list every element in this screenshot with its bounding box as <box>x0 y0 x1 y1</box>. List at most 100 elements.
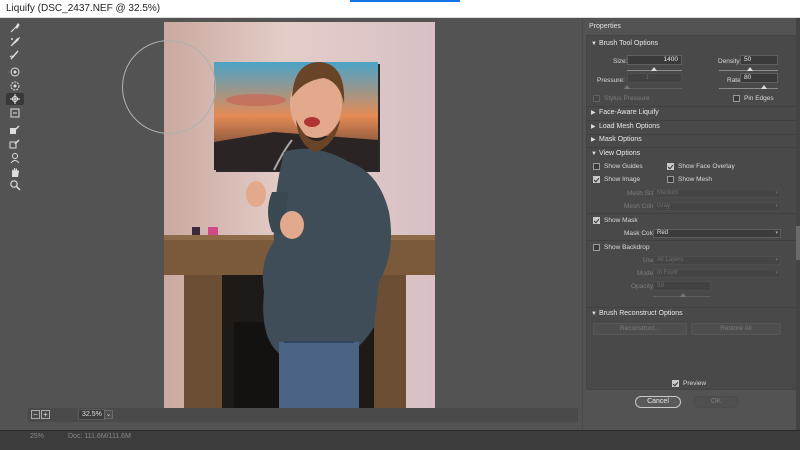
mask-color-select[interactable]: Red ▾ <box>653 229 781 238</box>
zoom-bar: − + 32.5% ⌄ <box>28 408 578 422</box>
pressure-label: Pressure: <box>597 77 625 84</box>
freeze-mask-icon <box>10 125 20 134</box>
show-guides-checkbox[interactable] <box>593 163 600 170</box>
hand-icon <box>12 168 19 177</box>
status-doc-size: Doc: 111.6M/111.6M <box>68 433 131 440</box>
show-mesh-label: Show Mesh <box>678 176 712 183</box>
thaw-mask-tool[interactable] <box>6 138 24 150</box>
ok-button[interactable]: OK <box>693 396 739 408</box>
show-face-overlay-checkbox[interactable] <box>667 163 674 170</box>
panel-scrollbar-thumb[interactable] <box>796 226 800 260</box>
chevron-down-icon: ▾ <box>775 270 778 276</box>
show-mask-label: Show Mask <box>604 217 638 224</box>
liquify-dialog: Liquify (DSC_2437.NEF @ 32.5%) − + 32.5%… <box>0 0 800 450</box>
push-left-icon <box>10 108 20 118</box>
section-brush-tool-options[interactable]: ▼ Brush Tool Options <box>591 40 658 47</box>
pin-edges-label: Pin Edges <box>744 95 774 102</box>
hand-tool[interactable] <box>6 166 24 178</box>
tools-panel <box>0 18 28 430</box>
face-tool[interactable] <box>6 152 24 164</box>
show-mesh-checkbox[interactable] <box>667 176 674 183</box>
size-slider-handle[interactable] <box>651 67 657 71</box>
reconstruct-icon <box>10 36 21 47</box>
pressure-slider-track[interactable] <box>627 88 682 89</box>
section-face-aware-liquify[interactable]: ▶ Face-Aware Liquify <box>591 109 659 116</box>
cancel-button[interactable]: Cancel <box>635 396 681 408</box>
section-brush-reconstruct-options[interactable]: ▼ Brush Reconstruct Options <box>591 310 683 317</box>
divider <box>587 106 796 107</box>
show-image-label: Show Image <box>604 176 641 183</box>
section-load-mesh-options[interactable]: ▶ Load Mesh Options <box>591 123 660 130</box>
size-label: Size: <box>613 58 628 65</box>
collapsed-arrow-icon: ▶ <box>591 124 596 130</box>
pressure-input[interactable]: 1 <box>627 73 682 83</box>
show-mask-checkbox[interactable] <box>593 217 600 224</box>
zoom-level-field[interactable]: 32.5% <box>78 409 106 420</box>
mesh-color-select[interactable]: Gray ▾ <box>653 202 781 211</box>
restore-all-button[interactable]: Restore All <box>691 323 781 335</box>
properties-content: ▼ Brush Tool Options Size: 1400 Density: … <box>586 35 797 390</box>
opacity-slider-handle[interactable] <box>680 293 686 297</box>
zoom-icon <box>10 180 21 191</box>
divider <box>587 120 796 121</box>
panel-title: Properties <box>589 23 621 30</box>
expanded-arrow-icon: ▼ <box>591 41 597 47</box>
rate-slider-handle[interactable] <box>761 85 767 89</box>
stylus-pressure-checkbox[interactable] <box>593 95 600 102</box>
preview-checkbox[interactable] <box>672 380 679 387</box>
twirl-clockwise-icon <box>10 67 20 77</box>
pin-edges-checkbox[interactable] <box>733 95 740 102</box>
preview-label: Preview <box>683 380 707 387</box>
mesh-size-select[interactable]: Medium ▾ <box>653 189 781 198</box>
smooth-tool[interactable] <box>6 49 24 61</box>
face-tool-icon <box>10 153 20 164</box>
pucker-icon <box>10 81 20 91</box>
reconstruct-button[interactable]: Reconstruct... <box>593 323 687 335</box>
show-backdrop-checkbox[interactable] <box>593 244 600 251</box>
document-status-bar: 25% Doc: 111.6M/111.6M <box>0 430 800 450</box>
section-mask-options[interactable]: ▶ Mask Options <box>591 136 642 143</box>
opacity-input[interactable]: 50 <box>653 281 711 291</box>
density-slider-handle[interactable] <box>747 67 753 71</box>
properties-panel: Properties ▼ Brush Tool Options Size: 140… <box>582 18 797 430</box>
divider <box>587 147 796 148</box>
density-input[interactable]: 50 <box>740 55 778 65</box>
push-left-tool[interactable] <box>6 107 24 119</box>
chevron-down-icon: ▾ <box>775 230 778 236</box>
backdrop-mode-select[interactable]: In Front ▾ <box>653 269 781 278</box>
status-zoom: 25% <box>30 433 45 440</box>
freeze-mask-tool[interactable] <box>6 124 24 136</box>
opacity-label: Opacity: <box>631 283 655 290</box>
rate-input[interactable]: 80 <box>740 73 778 83</box>
zoom-tool[interactable] <box>6 179 24 191</box>
show-image-checkbox[interactable] <box>593 176 600 183</box>
bloat-icon <box>10 94 20 104</box>
window-title: Liquify (DSC_2437.NEF @ 32.5%) <box>6 3 161 14</box>
collapsed-arrow-icon: ▶ <box>591 110 596 116</box>
panel-scrollbar[interactable] <box>796 18 800 430</box>
divider <box>587 134 796 135</box>
pucker-tool[interactable] <box>6 80 24 92</box>
collapsed-arrow-icon: ▶ <box>591 137 596 143</box>
expanded-arrow-icon: ▼ <box>591 151 597 157</box>
show-guides-label: Show Guides <box>604 163 643 170</box>
brush-cursor-circle <box>122 40 216 134</box>
zoom-dropdown-caret[interactable]: ⌄ <box>104 410 113 419</box>
twirl-tool[interactable] <box>6 66 24 78</box>
size-input[interactable]: 1400 <box>627 55 682 65</box>
reconstruct-tool[interactable] <box>6 36 24 48</box>
show-face-overlay-label: Show Face Overlay <box>678 163 735 170</box>
divider <box>587 307 796 308</box>
forward-warp-tool[interactable] <box>6 22 24 34</box>
stylus-pressure-label: Stylus Pressure <box>604 95 650 102</box>
pressure-slider-handle[interactable] <box>624 85 630 89</box>
bloat-tool[interactable] <box>6 93 24 105</box>
rate-slider-track[interactable] <box>719 88 778 89</box>
backdrop-use-select[interactable]: All Layers ▾ <box>653 256 781 265</box>
smooth-icon <box>9 50 19 60</box>
zoom-out-button[interactable]: − <box>31 410 40 419</box>
chevron-down-icon: ▾ <box>775 190 778 196</box>
zoom-in-button[interactable]: + <box>41 410 50 419</box>
title-accent-line <box>350 0 460 2</box>
section-view-options[interactable]: ▼ View Options <box>591 150 640 157</box>
